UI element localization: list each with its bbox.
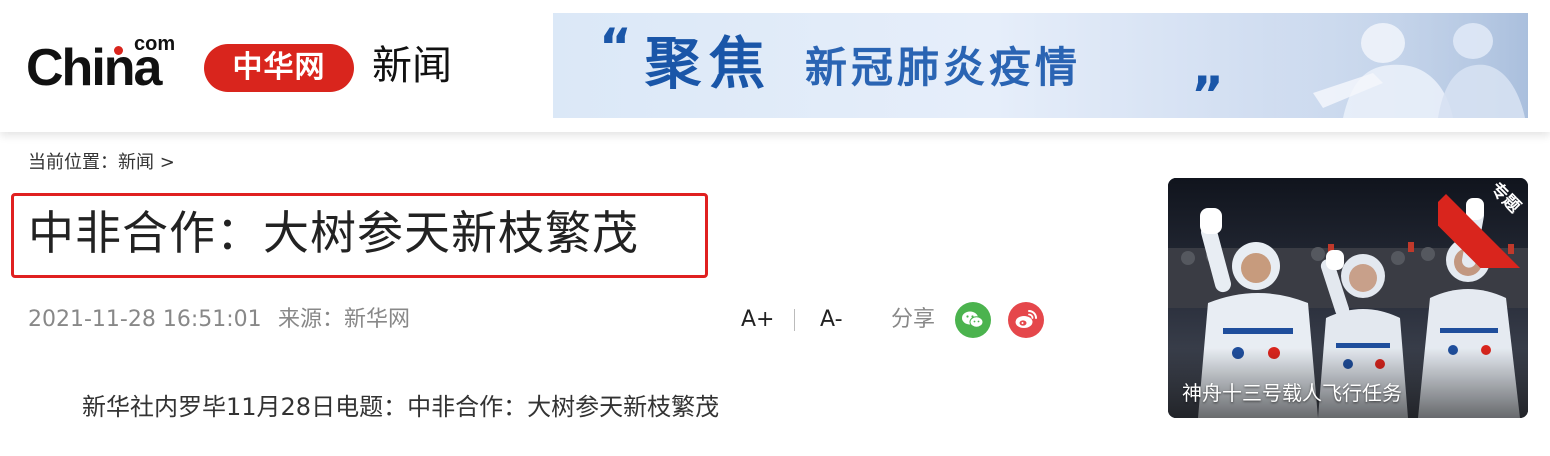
section-title[interactable]: 新闻: [372, 40, 452, 92]
breadcrumb-item-news[interactable]: 新闻: [118, 152, 154, 173]
banner-headline-small: 新冠肺炎疫情: [805, 43, 1082, 92]
wechat-icon[interactable]: [955, 302, 991, 338]
article-title: 中非合作：大树参天新枝繁茂: [28, 206, 639, 260]
breadcrumb: 当前位置：新闻 >: [28, 150, 175, 176]
site-logo[interactable]: China com 中华网: [26, 34, 366, 98]
banner-medical-worker-image: [1273, 13, 1528, 118]
banner-quote-open: “: [599, 18, 632, 76]
logo-suffix: com: [134, 33, 176, 55]
logo-pill: 中华网: [204, 44, 354, 92]
ribbon-label: 专题: [1485, 178, 1525, 218]
font-increase-button[interactable]: A+: [741, 304, 774, 336]
logo-dot: [114, 46, 123, 55]
breadcrumb-label: 当前位置：: [28, 152, 118, 173]
banner-quote-close: ”: [1191, 66, 1224, 118]
article-lead-paragraph: 新华社内罗毕11月28日电题：中非合作：大树参天新枝繁茂: [82, 393, 720, 421]
banner-headline-large: 聚焦: [645, 31, 773, 97]
font-size-divider: [794, 309, 795, 331]
weibo-icon[interactable]: [1008, 302, 1044, 338]
article-source: 来源：新华网: [278, 307, 411, 332]
site-header: China com 中华网 新闻 “ 聚焦 新冠肺炎疫情 ”: [0, 0, 1550, 132]
breadcrumb-separator: >: [159, 152, 175, 173]
feature-card-shenzhou[interactable]: 专题 神舟十三号载人飞行任务: [1168, 178, 1528, 418]
promo-banner[interactable]: “ 聚焦 新冠肺炎疫情 ”: [553, 13, 1528, 118]
font-decrease-button[interactable]: A-: [820, 304, 843, 336]
article-date: 2021-11-28 16:51:01: [28, 307, 262, 332]
share-label: 分享: [891, 307, 936, 332]
topic-ribbon: 专题: [1438, 178, 1528, 268]
feature-card-caption: 神舟十三号载人飞行任务: [1182, 381, 1402, 405]
